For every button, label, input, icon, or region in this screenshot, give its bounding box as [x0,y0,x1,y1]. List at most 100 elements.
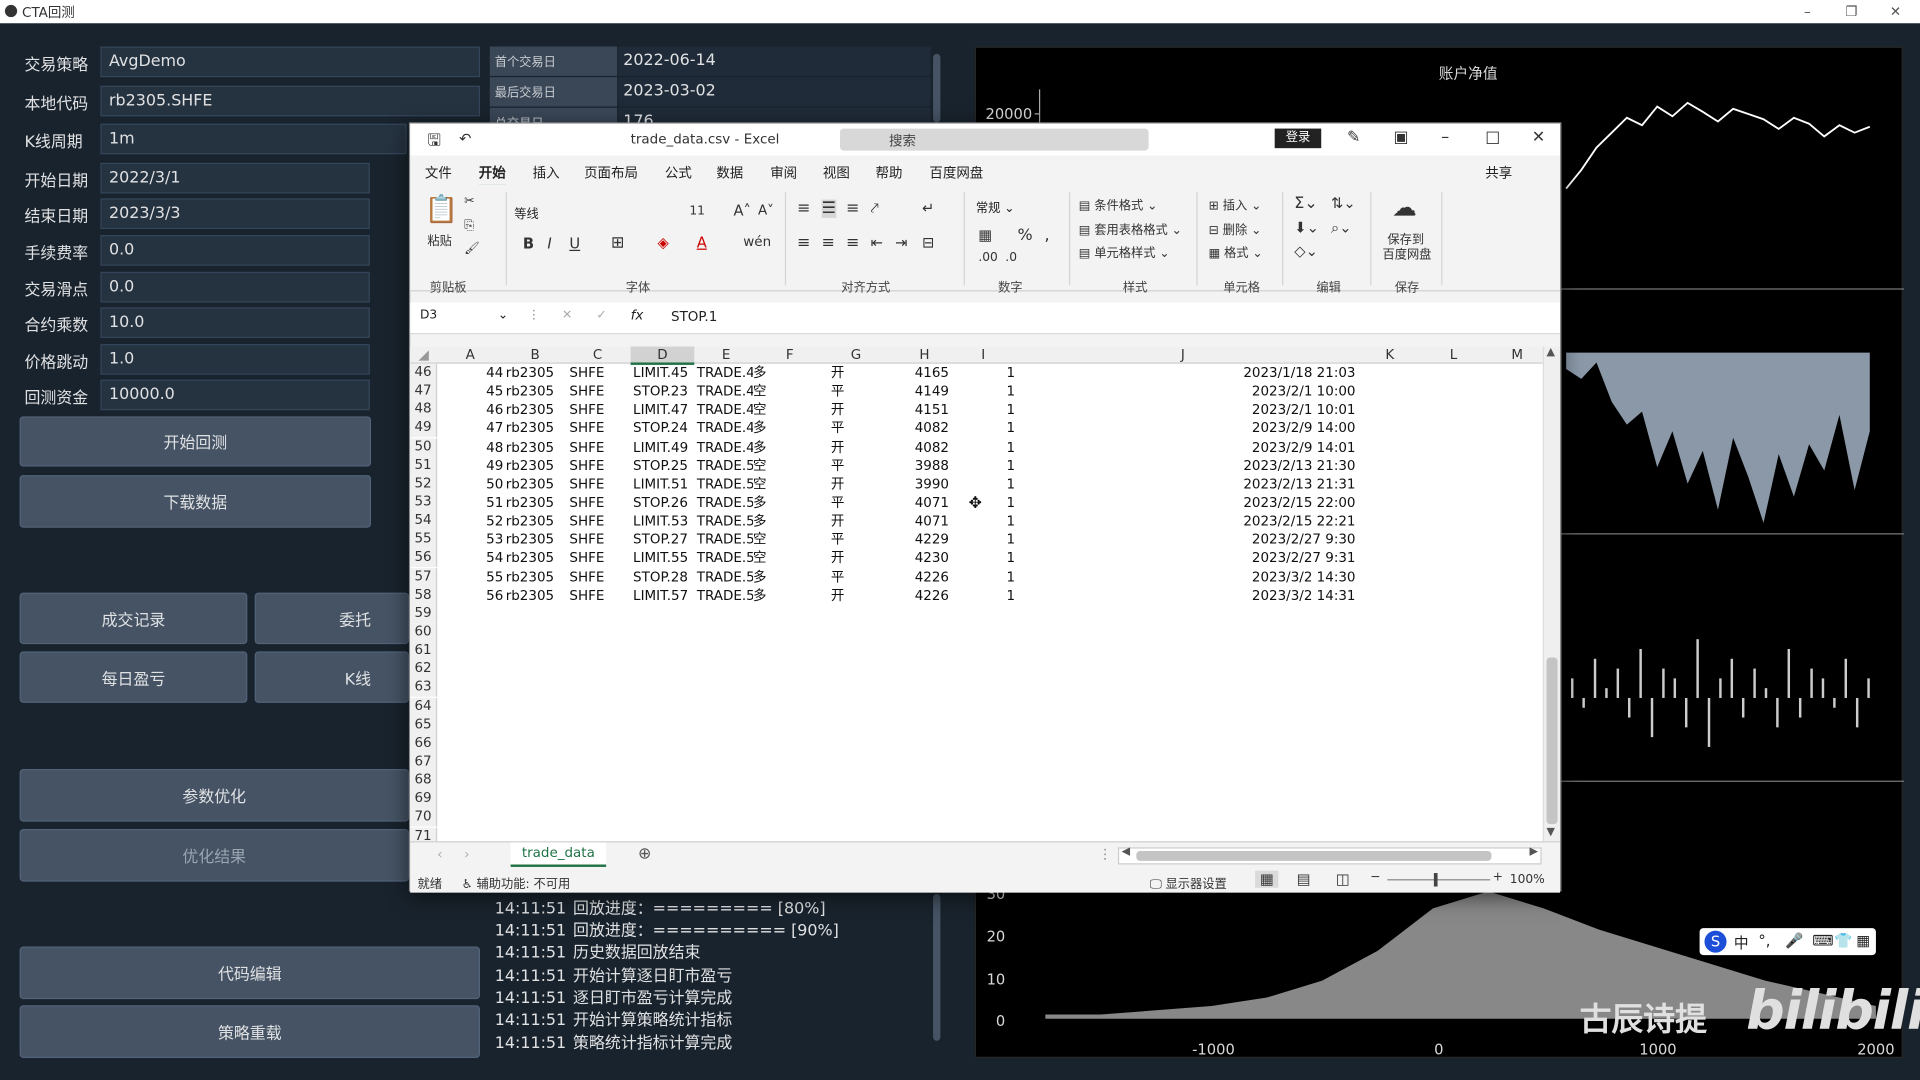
code-edit-button[interactable]: 代码编辑 [19,946,481,1000]
cancel-formula-icon[interactable]: ✕ [562,309,572,322]
row-header[interactable]: 51 [410,456,438,475]
conditional-format-button[interactable]: ▤ 条件格式 ⌄ [1079,195,1158,213]
menu-help[interactable]: 帮助 [876,163,903,183]
prev-sheet-icon[interactable]: ‹ [437,846,442,862]
row-header[interactable]: 59 [410,604,438,624]
cell-j[interactable]: 2023/2/13 21:31 [1008,475,1355,493]
strategy-reload-button[interactable]: 策略重载 [19,1005,481,1058]
format-painter-icon[interactable]: 🖌 [464,242,480,255]
cell-d[interactable]: LIMIT.53 [633,512,694,530]
cell-j[interactable]: 2023/2/1 10:01 [1008,401,1356,419]
row-header[interactable]: 70 [410,808,438,827]
column-header-selected[interactable]: D [630,346,695,365]
cell-c[interactable]: SHFE [569,586,628,604]
cell-b[interactable]: rb2305 [506,531,567,549]
cell-i[interactable]: 1 [959,419,1016,437]
menu-review[interactable]: 审阅 [770,163,797,183]
wrap-text-icon[interactable]: ↵ [922,200,934,217]
format-cells-button[interactable]: ▦ 格式 ⌄ [1209,242,1263,260]
cell-c[interactable]: SHFE [569,493,628,511]
cell-d[interactable]: LIMIT.51 [633,475,694,493]
cell-b[interactable]: rb2305 [506,364,567,382]
cell-g[interactable]: 平 [822,419,854,437]
row-header[interactable]: 63 [410,678,438,698]
cell-g[interactable]: 开 [822,364,854,382]
row-header[interactable]: 47 [410,382,438,401]
row-header[interactable]: 48 [410,400,438,420]
order-records-button[interactable]: 委托 [254,592,409,645]
increase-indent-icon[interactable]: ⇥ [895,234,907,251]
column-header[interactable]: B [503,347,567,363]
column-header[interactable]: K [1358,347,1422,363]
cell-c[interactable]: SHFE [569,456,628,474]
zoom-out-button[interactable]: − [1370,871,1380,884]
cell-g[interactable]: 平 [822,456,854,474]
download-data-button[interactable]: 下载数据 [19,475,372,528]
microphone-icon[interactable]: 🎤 [1785,932,1803,949]
login-button[interactable]: 登录 [1274,128,1322,149]
cell-i[interactable]: 1 [959,493,1016,511]
cell-b[interactable]: rb2305 [506,568,567,586]
row-header[interactable]: 71 [410,827,438,842]
column-header[interactable]: F [758,347,822,363]
cell-f[interactable]: 多 [753,419,780,437]
column-header[interactable]: L [1422,347,1486,363]
cell-c[interactable]: SHFE [569,401,628,419]
row-header[interactable]: 68 [410,771,438,790]
cell-j[interactable]: 2023/2/1 10:00 [1008,382,1356,400]
cell-i[interactable]: 1 [959,512,1016,530]
cell-g[interactable]: 平 [822,493,854,511]
maximize-button[interactable]: ❐ [1829,0,1873,23]
paste-icon[interactable]: 📋 [425,195,459,226]
commission-input[interactable]: 0.0 [100,235,370,266]
cell-i[interactable]: 1 [959,475,1016,493]
cell-c[interactable]: SHFE [569,419,628,437]
sogou-logo-icon[interactable]: S [1704,930,1727,953]
cell-a[interactable]: 47 [437,419,503,437]
cell-f[interactable]: 空 [753,475,780,493]
cell-c[interactable]: SHFE [569,531,628,549]
autosum-icon[interactable]: Σ⌄ [1294,195,1317,213]
cell-h[interactable]: 4071 [890,493,949,511]
cell-b[interactable]: rb2305 [506,456,567,474]
cell-e[interactable]: TRADE.5 [697,531,753,549]
row-header[interactable]: 58 [410,586,438,605]
cell-h[interactable]: 4226 [890,568,949,586]
cell-f[interactable]: 多 [753,568,780,586]
pen-icon[interactable]: ✎ [1347,129,1360,147]
cell-i[interactable]: 1 [959,568,1016,586]
excel-minimize-button[interactable]: – [1441,129,1449,147]
cell-d[interactable]: STOP.28 [633,568,694,586]
cell-j[interactable]: 2023/1/18 21:03 [1008,364,1355,382]
zoom-level[interactable]: 100% [1510,873,1545,886]
cell-g[interactable]: 开 [822,438,854,456]
cell-j[interactable]: 2023/2/15 22:00 [1008,493,1355,511]
cell-i[interactable]: 1 [959,364,1016,382]
cell-e[interactable]: TRADE.4 [697,419,753,437]
cell-c[interactable]: SHFE [569,364,628,382]
cell-f[interactable]: 多 [753,438,780,456]
cell-a[interactable]: 50 [437,475,503,493]
slippage-input[interactable]: 0.0 [100,271,370,303]
cell-j[interactable]: 2023/2/9 14:01 [1008,438,1356,456]
cell-g[interactable]: 平 [822,382,854,400]
decrease-decimal-icon[interactable]: .0 [1005,251,1017,264]
ribbon-display-icon[interactable]: ▣ [1393,129,1408,147]
confirm-formula-icon[interactable]: ✓ [596,309,606,322]
cell-i[interactable]: 1 [959,382,1016,400]
cell-i[interactable]: 1 [959,456,1016,474]
vertical-scroll-thumb[interactable] [1546,657,1558,825]
underline-icon[interactable]: U [569,235,580,252]
cell-g[interactable]: 开 [822,586,854,604]
cell-c[interactable]: SHFE [569,549,628,567]
cell-c[interactable]: SHFE [569,475,628,493]
cell-j[interactable]: 2023/3/2 14:30 [1008,568,1356,586]
cell-d[interactable]: STOP.26 [633,493,694,511]
cell-h[interactable]: 4082 [890,419,949,437]
column-header[interactable]: A [437,347,503,363]
cell-h[interactable]: 4230 [890,549,949,567]
align-left-icon[interactable]: ≡ [797,234,810,252]
toolbox-icon[interactable]: ▦ [1856,932,1870,949]
phonetic-icon[interactable]: wén [743,234,771,250]
name-box[interactable]: D3 ⌄ [420,309,511,329]
